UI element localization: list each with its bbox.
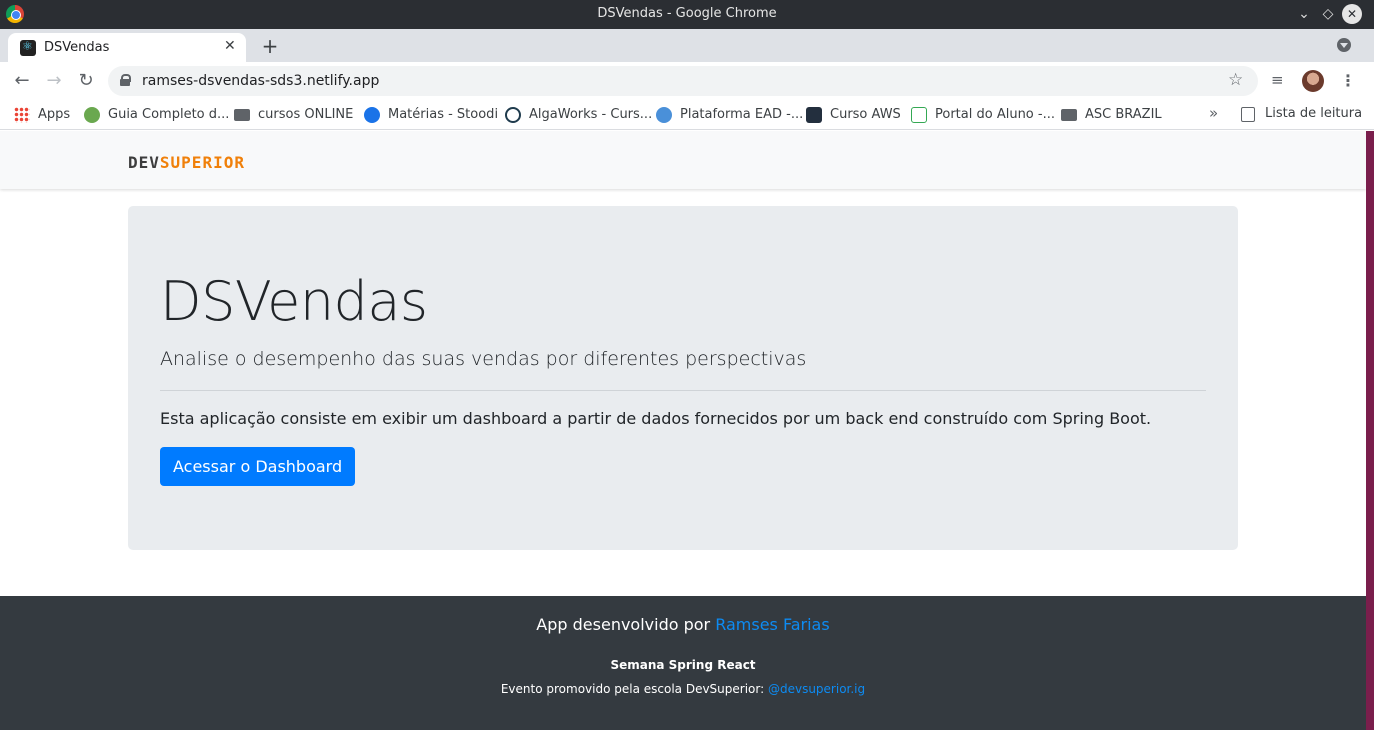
bookmark-label: AlgaWorks - Curs... bbox=[529, 107, 653, 122]
dashboard-button[interactable]: Acessar o Dashboard bbox=[160, 447, 356, 486]
ead-icon bbox=[656, 107, 672, 123]
site-footer: App desenvolvido por Ramses Farias Seman… bbox=[0, 596, 1366, 730]
hero-jumbotron: DSVendas Analise o desempenho das suas v… bbox=[128, 206, 1238, 550]
maximize-button[interactable]: ◇ bbox=[1318, 4, 1338, 24]
browser-toolbar: ← → ↻ ramses-dsvendas-sds3.netlify.app ☆… bbox=[0, 62, 1374, 100]
bookmark-star-icon[interactable]: ☆ bbox=[1228, 70, 1243, 90]
lock-icon[interactable] bbox=[120, 74, 131, 86]
bookmark-label: ASC BRAZIL bbox=[1085, 107, 1162, 122]
reading-list-icon bbox=[1241, 107, 1255, 122]
logo-dev-text: DEV bbox=[128, 153, 160, 172]
logo-superior-text: SUPERIOR bbox=[159, 153, 245, 172]
bookmark-label: Apps bbox=[38, 107, 71, 122]
page-viewport: DEVSUPERIOR DSVendas Analise o desempenh… bbox=[0, 131, 1366, 730]
react-icon bbox=[20, 39, 36, 56]
tab-dsvendas[interactable]: DSVendas ✕ bbox=[8, 33, 246, 62]
bookmark-label: Plataforma EAD -... bbox=[680, 107, 804, 122]
folder-icon bbox=[1061, 109, 1077, 121]
hero-description: Esta aplicação consiste em exibir um das… bbox=[160, 409, 1152, 428]
bookmarks-overflow-button[interactable]: » bbox=[1209, 104, 1218, 122]
devsuperior-logo[interactable]: DEVSUPERIOR bbox=[128, 153, 245, 172]
url-text[interactable]: ramses-dsvendas-sds3.netlify.app bbox=[142, 73, 379, 89]
footer-promoter-prefix: Evento promovido pela escola DevSuperior… bbox=[500, 682, 768, 696]
close-window-button[interactable]: ✕ bbox=[1342, 4, 1362, 24]
divider bbox=[160, 390, 1206, 391]
window-titlebar: DSVendas - Google Chrome ⌄ ◇ ✕ bbox=[0, 0, 1374, 29]
window-title: DSVendas - Google Chrome bbox=[597, 6, 777, 21]
footer-promoter: Evento promovido pela escola DevSuperior… bbox=[0, 682, 1366, 696]
tab-search-icon[interactable] bbox=[1337, 38, 1351, 52]
bookmark-label: cursos ONLINE bbox=[258, 107, 354, 122]
footer-credit-prefix: App desenvolvido por bbox=[536, 615, 716, 634]
folder-icon bbox=[234, 109, 250, 121]
minimize-button[interactable]: ⌄ bbox=[1294, 4, 1314, 24]
site-header: DEVSUPERIOR bbox=[0, 131, 1366, 189]
bookmark-label: Curso AWS bbox=[830, 107, 901, 122]
address-bar[interactable]: ramses-dsvendas-sds3.netlify.app ☆ bbox=[108, 66, 1258, 96]
browser-menu-icon[interactable]: ⋮ bbox=[1340, 71, 1356, 90]
algaworks-icon bbox=[505, 107, 521, 123]
portal-icon bbox=[911, 107, 927, 123]
page-title: DSVendas bbox=[160, 270, 428, 333]
tab-title: DSVendas bbox=[44, 40, 110, 55]
bookmarks-bar: Apps Guia Completo d... cursos ONLINE Ma… bbox=[0, 100, 1374, 130]
author-link[interactable]: Ramses Farias bbox=[715, 615, 829, 634]
profile-avatar[interactable] bbox=[1302, 70, 1324, 92]
reload-button[interactable]: ↻ bbox=[74, 69, 98, 93]
new-tab-button[interactable]: + bbox=[259, 34, 281, 58]
stoodi-icon bbox=[364, 107, 380, 123]
green-bookmark-icon bbox=[84, 107, 100, 123]
desktop-edge bbox=[1366, 131, 1374, 730]
aws-icon bbox=[806, 107, 822, 123]
bookmark-label: Portal do Aluno -... bbox=[935, 107, 1055, 122]
media-control-icon[interactable]: ≡ bbox=[1271, 71, 1284, 89]
footer-event-name: Semana Spring React bbox=[610, 658, 756, 672]
tab-close-button[interactable]: ✕ bbox=[224, 38, 236, 54]
apps-grid-icon bbox=[14, 107, 30, 123]
footer-credit: App desenvolvido por Ramses Farias bbox=[0, 615, 1366, 634]
hero-lead: Analise o desempenho das suas vendas por… bbox=[160, 348, 807, 370]
bookmark-label: Matérias - Stoodi bbox=[388, 107, 499, 122]
back-button[interactable]: ← bbox=[10, 69, 34, 93]
tab-strip: DSVendas ✕ bbox=[0, 29, 1374, 62]
bookmark-label: Guia Completo d... bbox=[108, 107, 230, 122]
instagram-link[interactable]: @devsuperior.ig bbox=[768, 682, 865, 696]
forward-button[interactable]: → bbox=[42, 69, 66, 93]
reading-list-label: Lista de leitura bbox=[1265, 106, 1363, 121]
